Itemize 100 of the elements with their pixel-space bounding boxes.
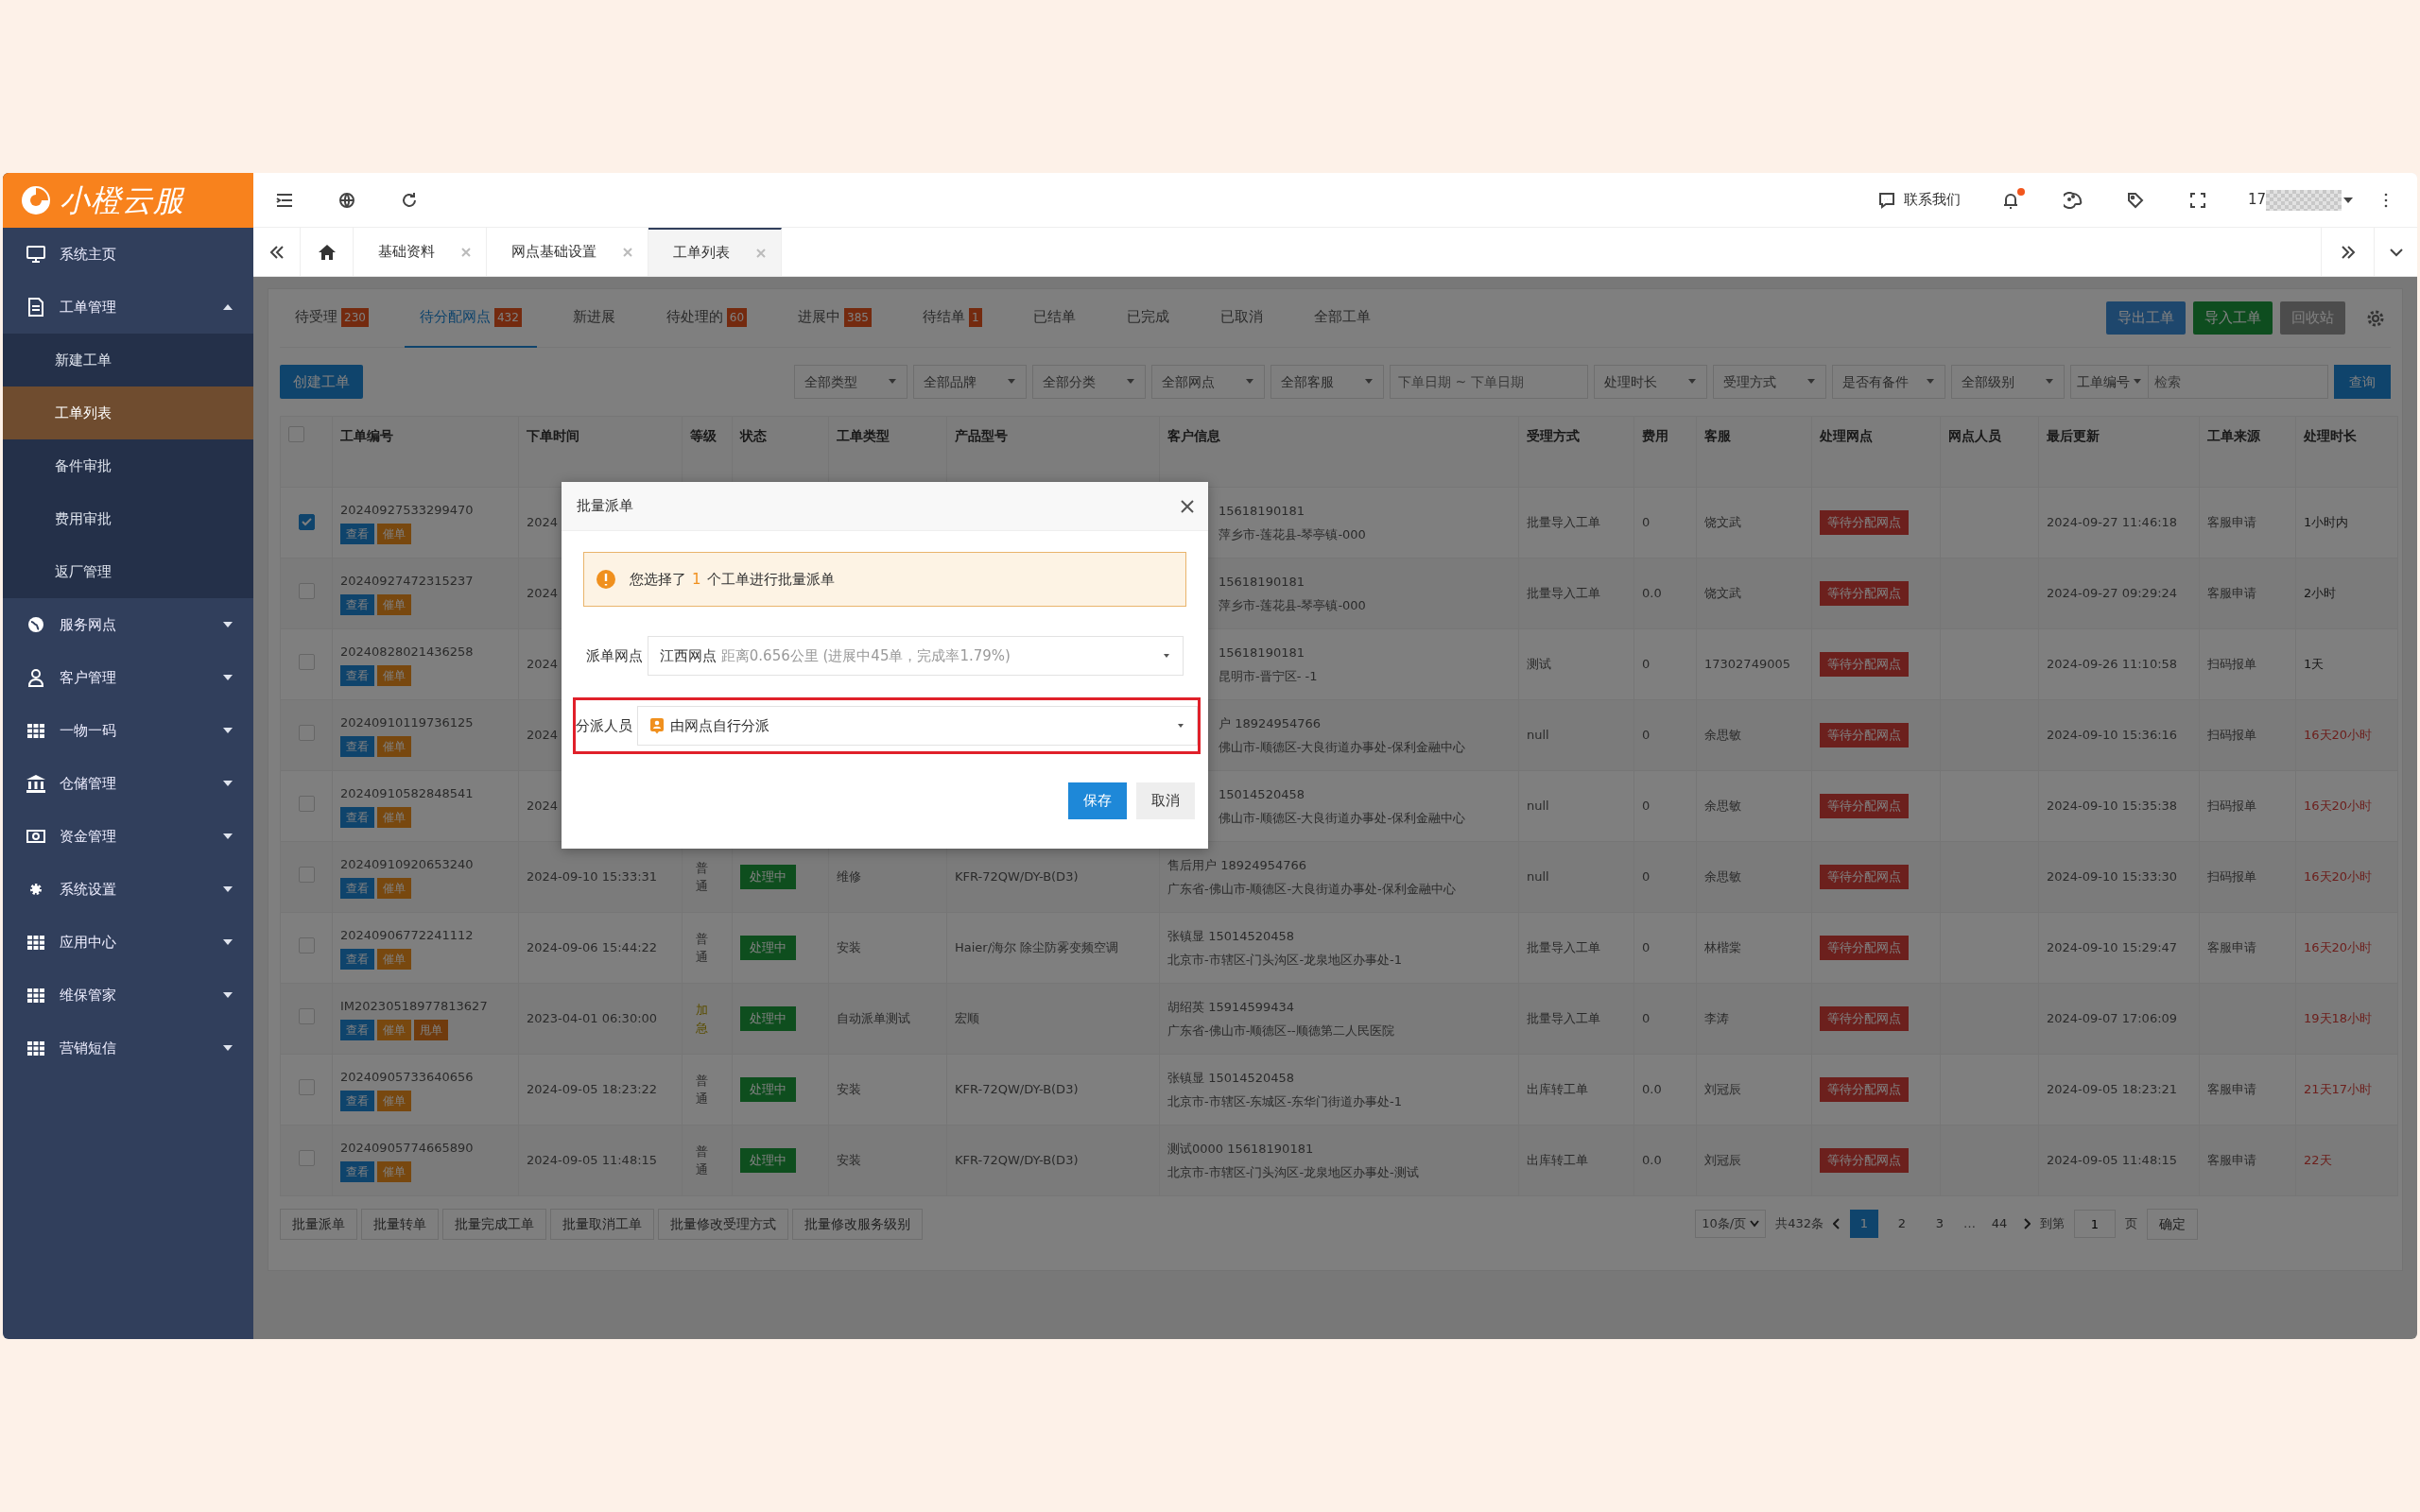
- toolbar-button[interactable]: 导入工单: [2193, 301, 2273, 335]
- checkbox[interactable]: [298, 582, 315, 599]
- user-menu[interactable]: 17: [2247, 189, 2355, 211]
- status-tab[interactable]: 进展中 385: [783, 288, 887, 348]
- dialog-button[interactable]: 取消: [1136, 782, 1195, 819]
- action-button[interactable]: 催单: [377, 948, 411, 970]
- checkbox[interactable]: [298, 1078, 315, 1095]
- select-field[interactable]: 江西网点 距离0.656公里 (进展中45单，完成率1.79%): [648, 636, 1184, 676]
- sidebar-item[interactable]: 应用中心: [3, 916, 253, 969]
- confirm-button[interactable]: 确定: [2147, 1208, 2198, 1240]
- checkbox[interactable]: [288, 426, 304, 442]
- filter-dropdown[interactable]: 受理方式: [1713, 365, 1826, 399]
- page-tab[interactable]: 工单列表: [648, 228, 782, 276]
- search-field[interactable]: 检索: [2149, 365, 2328, 399]
- sidebar-item[interactable]: 仓储管理: [3, 757, 253, 810]
- action-button[interactable]: 查看: [340, 948, 374, 970]
- page-input[interactable]: 1: [2074, 1210, 2116, 1238]
- status-tab[interactable]: 已结单: [1017, 288, 1091, 348]
- home-icon[interactable]: [317, 243, 337, 261]
- sidebar-item[interactable]: 工单管理: [3, 281, 253, 334]
- sidebar-item[interactable]: 一物一码: [3, 704, 253, 757]
- filter-dropdown[interactable]: 全部网点: [1151, 365, 1265, 399]
- close-icon[interactable]: [1180, 498, 1195, 514]
- status-tab[interactable]: 待结单 1: [908, 288, 997, 348]
- filter-dropdown[interactable]: 全部品牌: [913, 365, 1027, 399]
- status-tab[interactable]: 待受理 230: [280, 288, 384, 348]
- sidebar-item[interactable]: 客户管理: [3, 651, 253, 704]
- sidebar-item[interactable]: 资金管理: [3, 810, 253, 863]
- checkbox[interactable]: [298, 514, 315, 531]
- next-page-icon[interactable]: [2023, 1218, 2031, 1229]
- prev-page-icon[interactable]: [1833, 1218, 1841, 1229]
- status-tab[interactable]: 待分配网点 432: [404, 288, 537, 348]
- toolbar-button[interactable]: 导出工单: [2106, 301, 2186, 335]
- action-button[interactable]: 催单: [377, 877, 411, 899]
- sidebar-subitem[interactable]: 备件审批: [3, 439, 253, 492]
- tag-icon[interactable]: [2126, 191, 2144, 209]
- action-button[interactable]: 查看: [340, 806, 374, 828]
- filter-dropdown[interactable]: 全部客服: [1270, 365, 1384, 399]
- page-button[interactable]: 3: [1926, 1210, 1954, 1238]
- refresh-icon[interactable]: [401, 191, 418, 209]
- batch-button[interactable]: 批量派单: [280, 1208, 357, 1240]
- page-button[interactable]: 1: [1850, 1210, 1878, 1238]
- status-tab[interactable]: 待处理的 60: [650, 288, 763, 348]
- action-button[interactable]: 查看: [340, 735, 374, 757]
- sidebar-item[interactable]: 营销短信: [3, 1022, 253, 1074]
- double-left-icon[interactable]: [268, 245, 285, 259]
- action-button[interactable]: 甩单: [414, 1019, 448, 1040]
- filter-dropdown[interactable]: 全部分类: [1032, 365, 1146, 399]
- filter-dropdown[interactable]: 全部类型: [794, 365, 908, 399]
- status-tab[interactable]: 已完成: [1111, 288, 1184, 348]
- more-icon[interactable]: [2383, 192, 2389, 208]
- date-range-field[interactable]: 下单日期 ~ 下单日期: [1390, 365, 1588, 399]
- action-button[interactable]: 催单: [377, 1019, 411, 1040]
- double-right-icon[interactable]: [2340, 245, 2356, 259]
- action-button[interactable]: 催单: [377, 1160, 411, 1182]
- batch-button[interactable]: 批量转单: [361, 1208, 439, 1240]
- settings-icon[interactable]: [2366, 308, 2385, 328]
- select-field[interactable]: 由网点自行分派: [637, 706, 1198, 746]
- page-tab[interactable]: 基础资料: [354, 228, 487, 276]
- page-size-select[interactable]: 10条/页: [1695, 1210, 1767, 1238]
- action-button[interactable]: 查看: [340, 1090, 374, 1111]
- batch-button[interactable]: 批量修改受理方式: [658, 1208, 788, 1240]
- status-tab[interactable]: 已取消: [1204, 288, 1278, 348]
- action-button[interactable]: 催单: [377, 806, 411, 828]
- search-field-dropdown[interactable]: 工单编号: [2070, 365, 2149, 399]
- sidebar-subitem[interactable]: 费用审批: [3, 492, 253, 545]
- filter-dropdown[interactable]: 处理时长: [1594, 365, 1707, 399]
- sidebar-item[interactable]: 服务网点: [3, 598, 253, 651]
- chevron-down-icon[interactable]: [2389, 247, 2403, 257]
- sidebar-item[interactable]: 系统设置: [3, 863, 253, 916]
- menu-icon[interactable]: [276, 192, 293, 208]
- sidebar-subitem[interactable]: 返厂管理: [3, 545, 253, 598]
- checkbox[interactable]: [298, 795, 315, 812]
- action-button[interactable]: 催单: [377, 664, 411, 686]
- search-button[interactable]: 查询: [2334, 365, 2391, 399]
- create-button[interactable]: 创建工单: [280, 364, 363, 400]
- checkbox[interactable]: [298, 724, 315, 741]
- action-button[interactable]: 查看: [340, 664, 374, 686]
- action-button[interactable]: 催单: [377, 735, 411, 757]
- action-button[interactable]: 查看: [340, 877, 374, 899]
- page-button[interactable]: 2: [1888, 1210, 1916, 1238]
- batch-button[interactable]: 批量取消工单: [550, 1208, 654, 1240]
- filter-dropdown[interactable]: 全部级别: [1951, 365, 2065, 399]
- checkbox[interactable]: [298, 1149, 315, 1166]
- sidebar-item[interactable]: 系统主页: [3, 228, 253, 281]
- sidebar-subitem[interactable]: 工单列表: [3, 387, 253, 439]
- status-tab[interactable]: 全部工单: [1298, 288, 1386, 348]
- action-button[interactable]: 催单: [377, 1090, 411, 1111]
- checkbox[interactable]: [298, 936, 315, 954]
- page-button[interactable]: 44: [1985, 1210, 2014, 1238]
- checkbox[interactable]: [298, 1007, 315, 1024]
- fullscreen-icon[interactable]: [2189, 192, 2205, 208]
- action-button[interactable]: 查看: [340, 593, 374, 615]
- action-button[interactable]: 催单: [377, 593, 411, 615]
- batch-button[interactable]: 批量修改服务级别: [792, 1208, 923, 1240]
- status-tab[interactable]: 新进展: [557, 288, 631, 348]
- sidebar-subitem[interactable]: 新建工单: [3, 334, 253, 387]
- contact-link[interactable]: 联系我们: [1876, 189, 1961, 211]
- filter-dropdown[interactable]: 是否有备件: [1832, 365, 1945, 399]
- action-button[interactable]: 查看: [340, 1019, 374, 1040]
